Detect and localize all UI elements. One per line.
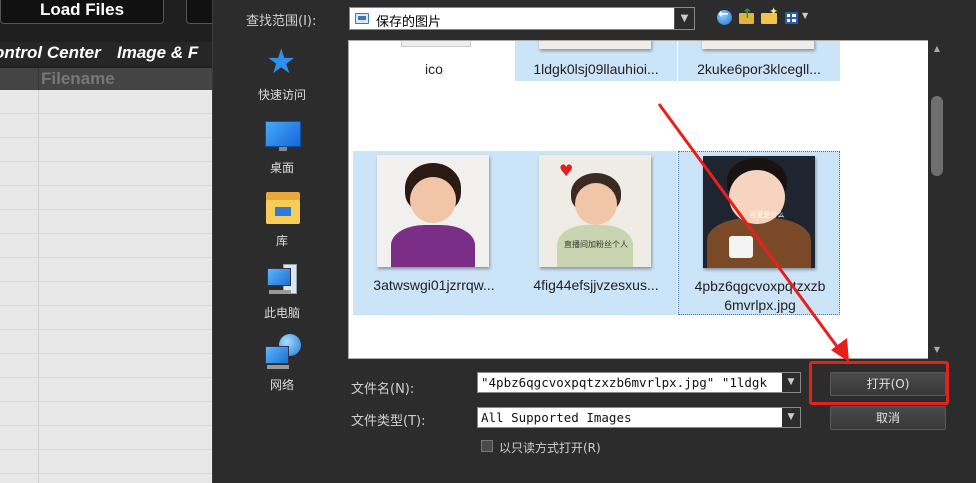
- chevron-down-icon[interactable]: ▼: [782, 408, 800, 427]
- file-view[interactable]: ico 1ldgk0lsj09llauhioi... 2kuke6por3klc…: [348, 40, 946, 359]
- chevron-down-icon: ▼: [802, 11, 809, 20]
- background-app: Load Files ontrol Center Image & F Filen…: [0, 0, 216, 483]
- file-item[interactable]: 2kuke6por3klcegll...: [678, 41, 840, 81]
- column-filename[interactable]: Filename: [41, 68, 115, 90]
- place-desktop[interactable]: 桌面: [241, 113, 323, 183]
- up-folder-button[interactable]: ↑: [737, 7, 757, 28]
- places-bar: ★ 快速访问 桌面 库 此电脑 网络: [241, 40, 323, 410]
- star-icon: ★: [266, 42, 297, 82]
- column-separator: [38, 68, 39, 90]
- file-name: ico: [425, 61, 443, 77]
- new-folder-button[interactable]: ✦: [760, 5, 780, 28]
- place-this-pc[interactable]: 此电脑: [241, 258, 323, 328]
- file-list[interactable]: [0, 90, 212, 483]
- open-file-dialog: 查找范围(I): 保存的图片 ▼ ↑ ✦ ▼ ★ 快速访问 桌面 库 此电脑 网…: [212, 0, 976, 483]
- file-name: 4fig44efsjjvzesxus...: [533, 277, 659, 293]
- file-type-label: 文件类型(T):: [351, 414, 426, 429]
- view-grid-icon: [785, 12, 798, 24]
- image-caption: 可爱是什么: [749, 211, 785, 219]
- chevron-down-icon[interactable]: ▼: [782, 373, 800, 392]
- look-in-combo[interactable]: 保存的图片 ▼: [349, 7, 695, 30]
- up-arrow-icon: ↑: [742, 7, 753, 22]
- folder-thumbnail: [401, 41, 471, 47]
- place-network[interactable]: 网络: [241, 330, 323, 400]
- sparkle-icon: ✦: [769, 5, 779, 18]
- file-name: 1ldgk0lsj09llauhioi...: [533, 61, 659, 77]
- image-thumbnail: [377, 155, 489, 267]
- cup-shape: [729, 236, 753, 258]
- place-label: 库: [275, 234, 288, 248]
- heart-icon: ♥: [559, 161, 574, 180]
- scroll-down-icon[interactable]: ▼: [928, 343, 946, 357]
- readonly-label: 以只读方式打开(R): [499, 441, 601, 455]
- file-item[interactable]: 1ldgk0lsj09llauhioi...: [515, 41, 677, 81]
- file-list-header: Filename: [0, 68, 212, 90]
- place-label: 快速访问: [257, 88, 306, 102]
- readonly-checkbox[interactable]: [481, 440, 493, 452]
- network-icon: [265, 334, 301, 370]
- file-item[interactable]: 3atwswgi01jzrrqw...: [353, 151, 515, 315]
- file-name: 2kuke6por3klcegll...: [697, 61, 821, 77]
- open-button-highlight: [809, 361, 949, 405]
- scroll-thumb[interactable]: [931, 96, 943, 176]
- file-type-select[interactable]: All Supported Images ▼: [477, 407, 801, 428]
- column-separator: [38, 90, 39, 483]
- library-icon: [265, 190, 301, 226]
- scroll-up-icon[interactable]: ▲: [928, 42, 946, 56]
- folder-icon: [355, 13, 369, 24]
- file-name-continued: 6mvrlpx.jpg: [724, 297, 796, 313]
- place-quick-access[interactable]: ★ 快速访问: [241, 40, 323, 110]
- load-files-button[interactable]: Load Files: [0, 0, 164, 24]
- computer-icon: [265, 262, 301, 298]
- image-caption: 直播间加粉丝个人: [564, 240, 628, 249]
- file-item[interactable]: ♥ 直播间加粉丝个人 4fig44efsjjvzesxus...: [515, 151, 677, 315]
- file-item-selected[interactable]: 可爱是什么 4pbz6qgcvoxpqtzxzb 6mvrlpx.jpg: [678, 151, 840, 315]
- place-library[interactable]: 库: [241, 186, 323, 256]
- file-name-input[interactable]: "4pbz6qgcvoxpqtzxzb6mvrlpx.jpg" "1ldgk ▼: [477, 372, 801, 393]
- tab-image[interactable]: Image & F: [117, 43, 198, 63]
- tab-bar: ontrol Center Image & F: [0, 42, 212, 66]
- look-in-value: 保存的图片: [376, 15, 442, 30]
- look-in-label: 查找范围(I):: [246, 14, 317, 29]
- back-button[interactable]: [715, 7, 735, 28]
- tab-control-center[interactable]: ontrol Center: [0, 43, 101, 63]
- place-label: 网络: [269, 378, 294, 392]
- view-menu-button[interactable]: ▼: [784, 8, 812, 28]
- file-name-value: "4pbz6qgcvoxpqtzxzb6mvrlpx.jpg" "1ldgk: [481, 375, 767, 390]
- place-label: 此电脑: [263, 306, 300, 320]
- file-name: 3atwswgi01jzrrqw...: [373, 277, 495, 293]
- image-thumbnail: [702, 41, 814, 49]
- image-thumbnail: 可爱是什么: [703, 156, 815, 268]
- file-item[interactable]: ico: [353, 41, 515, 81]
- image-thumbnail: ♥ 直播间加粉丝个人: [539, 155, 651, 267]
- desktop-icon: [265, 117, 301, 153]
- file-name: 4pbz6qgcvoxpqtzxzb: [694, 278, 826, 294]
- chevron-down-icon[interactable]: ▼: [674, 8, 694, 29]
- back-icon: [717, 7, 732, 25]
- image-thumbnail: [539, 41, 651, 49]
- file-type-value: All Supported Images: [481, 410, 632, 425]
- file-name-label: 文件名(N):: [351, 382, 415, 397]
- vertical-scrollbar[interactable]: ▲ ▼: [928, 40, 946, 359]
- place-label: 桌面: [269, 161, 294, 175]
- cancel-button[interactable]: 取消: [830, 406, 946, 430]
